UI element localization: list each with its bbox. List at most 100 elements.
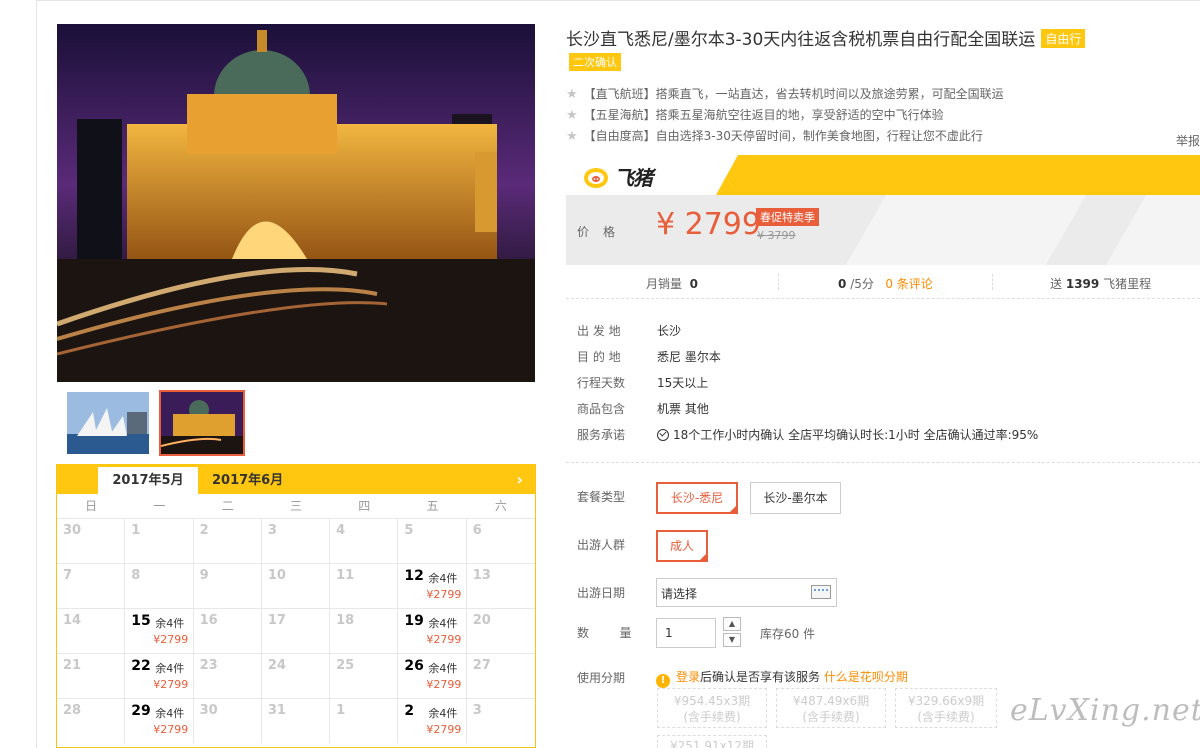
stats-bar: 月销量 0 0 /5分 0 条评论 送 1399 飞猪里程: [566, 265, 1200, 299]
calendar-icon[interactable]: [811, 585, 831, 599]
calendar-day: 3: [466, 698, 535, 743]
brand-bar: 飞猪: [566, 155, 1200, 195]
feature-label: 【五星海航】: [583, 108, 656, 122]
day-number: 8: [131, 568, 141, 583]
weekday-label: 二: [221, 499, 234, 513]
login-link[interactable]: 登录: [676, 670, 700, 684]
day-price: ¥2799: [153, 633, 189, 646]
day-number: 19: [404, 613, 424, 629]
info-row-days: 行程天数 15天以上: [577, 376, 709, 390]
quantity-down-icon[interactable]: ▼: [723, 633, 741, 647]
day-number: 30: [199, 703, 218, 718]
package-option-sydney[interactable]: 长沙-悉尼: [656, 482, 738, 514]
info-row-includes: 商品包含 机票 其他: [577, 402, 709, 416]
feature-text: 自由选择3-30天停留时间，制作美食地图，行程让您不虚此行: [655, 129, 983, 143]
info-row-destination: 目 的 地悉尼 墨尔本: [577, 350, 721, 364]
installment-plan-9[interactable]: ¥329.66x9期 (含手续费): [895, 688, 997, 728]
monthly-sales: 月销量 0: [646, 277, 699, 291]
weekday-label: 四: [358, 499, 371, 513]
calendar-day: 24: [261, 653, 331, 698]
installment-plan-3[interactable]: ¥954.45x3期 (含手续费): [657, 688, 767, 728]
day-number: 7: [63, 568, 73, 583]
day-number: 24: [267, 658, 286, 673]
calendar-day-available[interactable]: 15 余4件 ¥2799: [125, 608, 194, 653]
day-number: 25: [336, 658, 355, 673]
weekday-label: 六: [494, 499, 507, 513]
thumbnail-melbourne[interactable]: [159, 390, 245, 456]
main-product-photo[interactable]: [57, 24, 535, 382]
installment-message: ! 登录后确认是否享有该服务 什么是花呗分期: [656, 668, 908, 688]
feature-label: 【自由度高】: [583, 129, 656, 143]
calendar-header: 2017年5月 2017年6月 ›: [57, 464, 535, 494]
installment-plan-6[interactable]: ¥487.49x6期 (含手续费): [776, 688, 886, 728]
calendar-day: 25: [330, 653, 399, 698]
day-stock: 余4件: [155, 707, 185, 720]
warning-icon: !: [656, 674, 670, 688]
day-number: 17: [267, 613, 286, 628]
day-price: ¥2799: [426, 723, 462, 736]
watermark: eLvXing.net: [1010, 693, 1200, 728]
day-number: 11: [336, 568, 355, 583]
quantity-label: 数 量: [577, 626, 632, 640]
day-number: 2: [199, 523, 209, 538]
calendar-day-available[interactable]: 19 余4件 ¥2799: [398, 608, 467, 653]
day-number: 10: [267, 568, 286, 583]
price-label: 价格: [577, 225, 630, 239]
calendar-day: 28: [57, 698, 126, 743]
thumbnail-sydney[interactable]: [67, 392, 149, 454]
day-price: ¥2799: [426, 588, 462, 601]
date-label: 出游日期: [577, 586, 626, 600]
installment-label: 使用分期: [577, 671, 626, 685]
calendar-day-available[interactable]: 2 余4件 ¥2799: [398, 698, 467, 743]
installment-plan-12[interactable]: ¥251.91x12期: [657, 735, 767, 748]
next-month-arrow-icon[interactable]: ›: [516, 470, 523, 489]
fliggy-pig-icon: [584, 167, 608, 188]
quantity-up-icon[interactable]: ▲: [723, 617, 741, 631]
feature-text: 搭乘直飞，一站直达，省去转机时间以及旅途劳累，可配全国联运: [655, 87, 1004, 101]
feature-text: 搭乘五星海航空往返目的地，享受舒适的空中飞行体验: [655, 108, 944, 122]
feature-item: ★ 【五星海航】搭乘五星海航空往返目的地，享受舒适的空中飞行体验: [566, 106, 944, 123]
calendar-day: 9: [193, 563, 262, 608]
calendar-day-available[interactable]: 12 余4件 ¥2799: [398, 563, 467, 608]
day-number: 1: [336, 703, 346, 718]
travel-date-input[interactable]: 请选择: [656, 578, 837, 607]
calendar-day-available[interactable]: 22 余4件 ¥2799: [125, 653, 194, 698]
weekday-label: 五: [426, 499, 439, 513]
package-type-label: 套餐类型: [577, 490, 626, 504]
calendar-day: 1: [330, 698, 399, 743]
day-number: 31: [267, 703, 286, 718]
day-number: 9: [199, 568, 209, 583]
calendar-day-available[interactable]: 29 余4件 ¥2799: [125, 698, 194, 743]
day-number: 5: [404, 523, 414, 538]
package-option-melbourne[interactable]: 长沙-墨尔本: [750, 482, 841, 514]
report-link[interactable]: 举报: [1176, 132, 1200, 149]
stock-text: 库存60 件: [760, 627, 816, 641]
star-icon: ★: [566, 108, 578, 123]
calendar-day: 3: [261, 518, 331, 563]
huabei-info-link[interactable]: 什么是花呗分期: [824, 670, 908, 684]
day-number: 16: [199, 613, 218, 628]
product-title: 长沙直飞悉尼/墨尔本3-30天内往返含税机票自由行配全国联运 自由行: [566, 25, 1086, 50]
day-number: 12: [404, 568, 424, 584]
info-row-departure: 出 发 地长沙: [577, 324, 682, 338]
feature-label: 【直飞航班】: [583, 87, 656, 101]
tab-june[interactable]: 2017年6月: [198, 467, 297, 494]
calendar-day-available[interactable]: 26 余4件 ¥2799: [398, 653, 467, 698]
star-icon: ★: [566, 87, 578, 102]
calendar-weekday-row: 日一二三四五六: [57, 494, 535, 518]
day-stock: 余4件: [428, 662, 458, 675]
day-number: 26: [404, 658, 424, 674]
promo-badge: 春促特卖季: [756, 208, 819, 226]
quantity-input[interactable]: 1: [656, 618, 716, 648]
feature-item: ★ 【直飞航班】搭乘直飞，一站直达，省去转机时间以及旅途劳累，可配全国联运: [566, 85, 1004, 102]
calendar-day: 20: [466, 608, 535, 653]
reviews-link[interactable]: 0 条评论: [885, 277, 932, 291]
weekday-label: 日: [85, 499, 98, 513]
day-stock: 余4件: [155, 662, 185, 675]
feature-item: ★ 【自由度高】自由选择3-30天停留时间，制作美食地图，行程让您不虚此行: [566, 127, 983, 144]
calendar-day: 18: [330, 608, 399, 653]
calendar-day: 4: [330, 518, 399, 563]
calendar-day: 27: [466, 653, 535, 698]
crowd-option-adult[interactable]: 成人: [656, 530, 708, 562]
tab-may[interactable]: 2017年5月: [98, 467, 198, 494]
